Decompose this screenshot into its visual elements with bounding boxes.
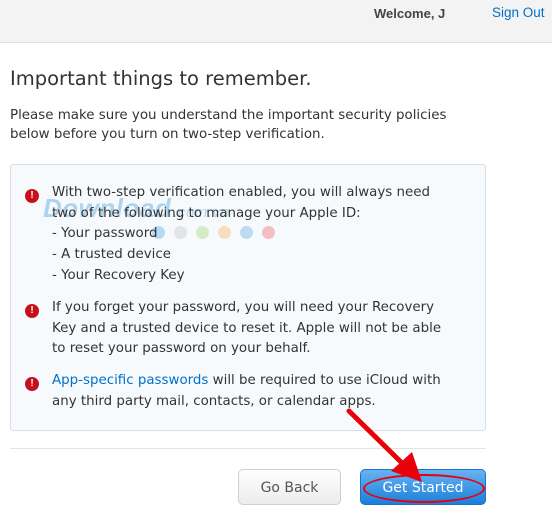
get-started-button[interactable]: Get Started xyxy=(360,469,486,505)
go-back-button[interactable]: Go Back xyxy=(238,469,341,505)
warning-line: If you forget your password, you will ne… xyxy=(52,300,435,315)
app-specific-passwords-link[interactable]: App-specific passwords xyxy=(52,373,208,388)
warning-line: two of the following to manage your Appl… xyxy=(52,205,361,221)
warning-line: With two-step verification enabled, you … xyxy=(52,185,430,200)
sign-out-link[interactable]: Sign Out xyxy=(492,5,545,20)
warning-line: any third party mail, contacts, or calen… xyxy=(52,393,376,409)
warning-line: App-specific passwords will be required … xyxy=(52,371,482,392)
intro-line-2: below before you turn on two-step verifi… xyxy=(10,127,325,142)
warning-line: to reset your password on your behalf. xyxy=(52,341,311,357)
warning-two-step: With two-step verification enabled, you … xyxy=(52,183,482,287)
warning-line: Key and a trusted device to reset it. Ap… xyxy=(52,320,442,336)
warning-app-specific: App-specific passwords will be required … xyxy=(52,371,482,412)
divider xyxy=(10,448,486,449)
top-bar: Welcome, J Sign Out xyxy=(0,0,552,43)
security-policies-card: Download .com.vn ! With two-step verifica… xyxy=(10,164,486,431)
exclamation-icon: ! xyxy=(25,304,39,318)
list-item: - A trusted device xyxy=(52,247,171,263)
page-title: Important things to remember. xyxy=(10,67,312,90)
list-item: - Your password xyxy=(52,226,158,242)
list-item: - Your Recovery Key xyxy=(52,267,185,283)
intro-text: Please make sure you understand the impo… xyxy=(10,106,530,144)
warning-forgot-password: If you forget your password, you will ne… xyxy=(52,298,482,360)
intro-line-1: Please make sure you understand the impo… xyxy=(10,108,447,123)
welcome-text: Welcome, J xyxy=(374,6,446,21)
exclamation-icon: ! xyxy=(25,377,39,391)
exclamation-icon: ! xyxy=(25,189,39,203)
warning-line-rest: will be required to use iCloud with xyxy=(208,373,441,388)
